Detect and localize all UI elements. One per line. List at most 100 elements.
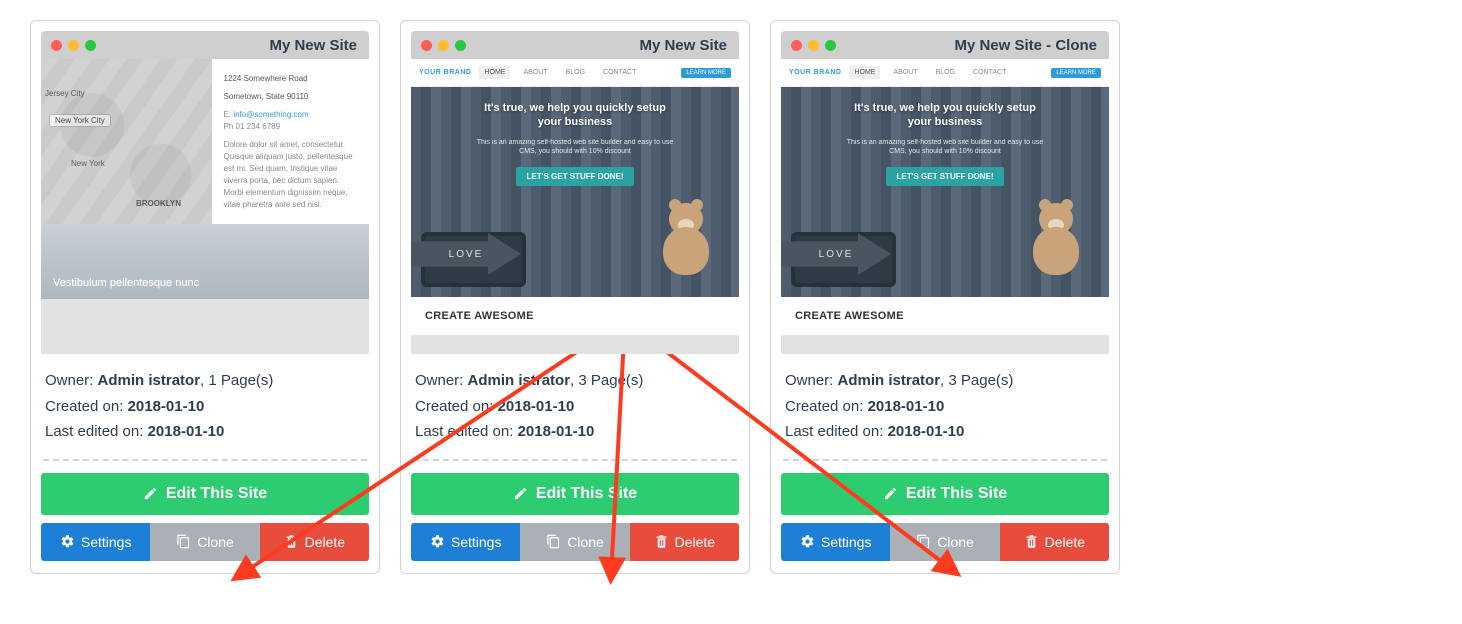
owner-label: Owner: [45,372,93,389]
clone-button[interactable]: Clone [890,523,999,561]
owner-label: Owner: [785,372,833,389]
nav-home: HOME [849,66,880,79]
created-label: Created on: [415,398,493,415]
window-dots [791,40,836,51]
created-value: 2018-01-10 [128,398,205,415]
divider [783,459,1107,461]
pages-value: 3 Page(s) [948,372,1013,389]
created-label: Created on: [45,398,123,415]
settings-label: Settings [451,534,502,550]
site-preview[interactable]: YOUR BRAND HOME ABOUT BLOG CONTACT LEARN… [781,59,1109,354]
edited-line: Last edited on: 2018-01-10 [45,419,365,445]
site-title: My New Site [639,37,727,54]
clone-label: Clone [937,534,974,550]
owner-value: Admin istrator [468,372,571,389]
site-card: My New Site - Clone YOUR BRAND HOME ABOU… [770,20,1120,574]
delete-button[interactable]: Delete [1000,523,1109,561]
action-row: Settings Clone Delete [781,523,1109,561]
edit-site-button[interactable]: Edit This Site [41,473,369,515]
nav-cta: LEARN MORE [681,68,731,78]
nav-home: HOME [479,66,510,79]
window-dots [421,40,466,51]
edit-icon [883,486,898,501]
owner-line: Owner: Admin istrator, 3 Page(s) [415,368,735,394]
action-row: Settings Clone Delete [41,523,369,561]
created-line: Created on: 2018-01-10 [415,394,735,420]
edit-icon [513,486,528,501]
copy-icon [916,534,931,549]
site-preview[interactable]: YOUR BRAND HOME ABOUT BLOG CONTACT LEARN… [411,59,739,354]
edit-site-label: Edit This Site [166,485,267,503]
delete-button[interactable]: Delete [630,523,739,561]
preview-section-title: CREATE AWESOME [781,297,1109,335]
edit-site-button[interactable]: Edit This Site [781,473,1109,515]
nav-contact: CONTACT [968,66,1011,79]
edit-icon [143,486,158,501]
clone-button[interactable]: Clone [150,523,259,561]
created-label: Created on: [785,398,863,415]
trash-icon [654,534,669,549]
site-title: My New Site - Clone [954,37,1097,54]
nav-blog: BLOG [931,66,960,79]
owner-line: Owner: Admin istrator, 3 Page(s) [785,368,1105,394]
window-zoom-icon [455,40,466,51]
preview-nav: YOUR BRAND HOME ABOUT BLOG CONTACT LEARN… [781,59,1109,87]
edited-label: Last edited on: [415,423,513,440]
trash-icon [284,534,299,549]
nav-about: ABOUT [518,66,552,79]
edited-value: 2018-01-10 [888,423,965,440]
site-card: My New Site New York City Jersey City Ne… [30,20,380,574]
site-title: My New Site [269,37,357,54]
action-row: Settings Clone Delete [411,523,739,561]
window-dots [51,40,96,51]
map-label: New York [71,159,105,168]
settings-button[interactable]: Settings [411,523,520,561]
clone-button[interactable]: Clone [520,523,629,561]
map-label: BROOKLYN [136,199,181,208]
created-line: Created on: 2018-01-10 [45,394,365,420]
hero-overlay: It's true, we help you quickly setup you… [475,101,675,186]
settings-button[interactable]: Settings [41,523,150,561]
site-meta: Owner: Admin istrator, 1 Page(s) Created… [41,354,369,445]
clone-label: Clone [567,534,604,550]
delete-button[interactable]: Delete [260,523,369,561]
window-zoom-icon [825,40,836,51]
edited-label: Last edited on: [45,423,143,440]
window-close-icon [791,40,802,51]
copy-icon [546,534,561,549]
gear-icon [60,534,75,549]
window-minimize-icon [68,40,79,51]
preview-footer-bar [781,335,1109,354]
trash-icon [1024,534,1039,549]
divider [413,459,737,461]
gear-icon [800,534,815,549]
email-link: info@something.com [233,110,308,119]
settings-label: Settings [81,534,132,550]
window-minimize-icon [808,40,819,51]
delete-label: Delete [305,534,345,550]
hero-headline: It's true, we help you quickly setup you… [475,101,675,130]
edit-site-button[interactable]: Edit This Site [411,473,739,515]
site-card: My New Site YOUR BRAND HOME ABOUT BLOG C… [400,20,750,574]
created-line: Created on: 2018-01-10 [785,394,1105,420]
window-close-icon [421,40,432,51]
hero-sub: This is an amazing self-hosted web site … [845,138,1045,158]
preview-hero-band: Vestibulum pellentesque nunc [41,224,369,299]
site-preview[interactable]: New York City Jersey City New York BROOK… [41,59,369,354]
edited-line: Last edited on: 2018-01-10 [785,419,1105,445]
window-minimize-icon [438,40,449,51]
preview-hero-text: Vestibulum pellentesque nunc [53,277,199,289]
browser-chrome: My New Site [411,31,739,59]
edit-site-label: Edit This Site [906,485,1007,503]
owner-value: Admin istrator [98,372,201,389]
divider [43,459,367,461]
preview-nav: YOUR BRAND HOME ABOUT BLOG CONTACT LEARN… [411,59,739,87]
browser-chrome: My New Site - Clone [781,31,1109,59]
preview-footer-bar [411,335,739,354]
edited-line: Last edited on: 2018-01-10 [415,419,735,445]
hero-cta: LET'S GET STUFF DONE! [886,167,1003,186]
map-label: Jersey City [45,89,85,98]
settings-button[interactable]: Settings [781,523,890,561]
lorem-text: Dolore dolor sit amet, consectetur. Quis… [224,139,357,211]
settings-label: Settings [821,534,872,550]
